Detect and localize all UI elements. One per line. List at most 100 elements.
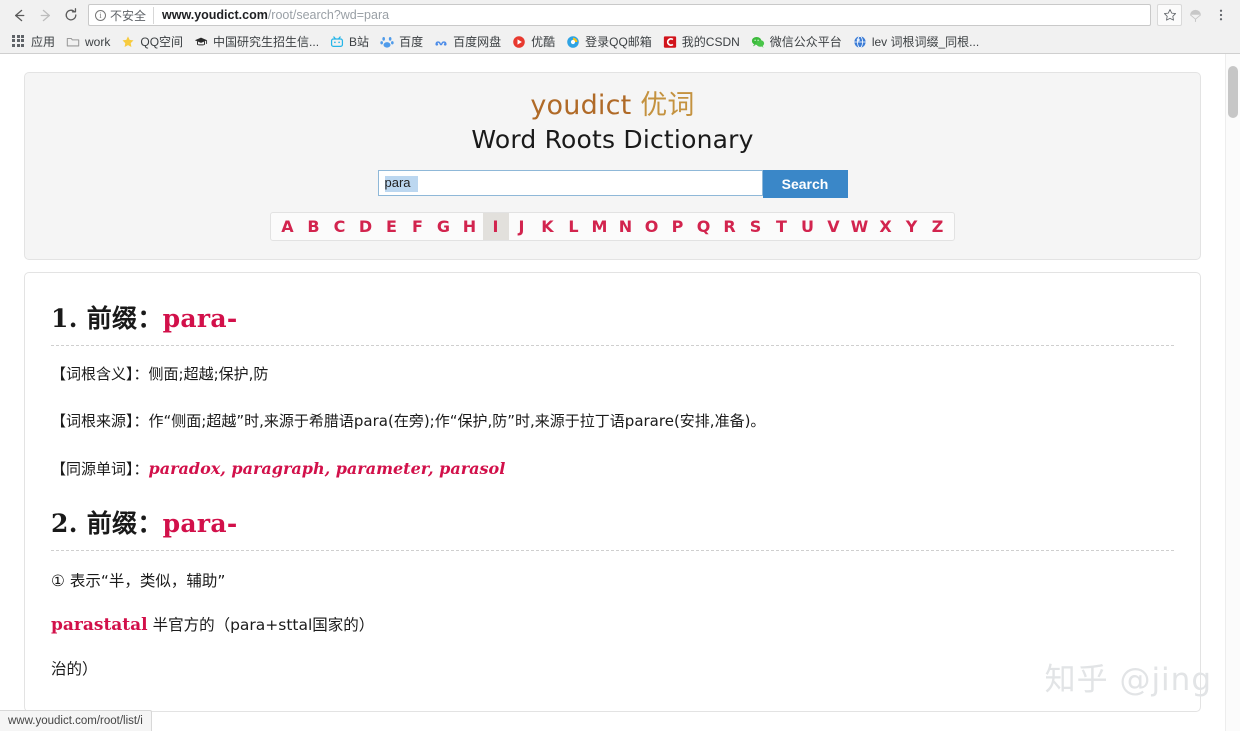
bilibili-icon xyxy=(330,35,344,49)
results-card: 1. 前缀：para- 【词根含义】：侧面;超越;保护,防 【词根来源】：作“侧… xyxy=(24,272,1201,712)
bookmark-qqmail[interactable]: 登录QQ邮箱 xyxy=(562,31,659,52)
bookmark-star-button[interactable] xyxy=(1157,4,1182,26)
entry-1-origin-sep: ： xyxy=(134,412,149,430)
browser-chrome: i 不安全 www.youdict.com/root/search?wd=par… xyxy=(0,0,1240,54)
bookmarks-bar: 应用 work QQ空间 中国研究生招生信... xyxy=(0,30,1240,53)
alpha-link-g[interactable]: G xyxy=(431,213,457,240)
search-input-wrapper[interactable] xyxy=(378,170,763,196)
address-bar[interactable]: i 不安全 www.youdict.com/root/search?wd=par… xyxy=(88,4,1151,26)
info-circle-icon: i xyxy=(95,10,106,21)
alpha-link-d[interactable]: D xyxy=(353,213,379,240)
security-indicator[interactable]: i 不安全 xyxy=(95,7,154,24)
url-host: www.youdict.com xyxy=(162,8,268,22)
alpha-link-a[interactable]: A xyxy=(275,213,301,240)
bookmark-label: 优酷 xyxy=(531,33,555,50)
bookmark-wechat-mp[interactable]: 微信公众平台 xyxy=(747,31,849,52)
bookmark-baidu[interactable]: 百度 xyxy=(376,31,430,52)
url-path: /root/search?wd=para xyxy=(268,8,389,22)
bookmark-lev-roots[interactable]: lev 词根词缀_同根... xyxy=(849,31,986,52)
url-text: www.youdict.com/root/search?wd=para xyxy=(162,8,389,22)
entry-1-origin-text: 作“侧面;超越”时,来源于希腊语para(在旁);作“保护,防”时,来源于拉丁语… xyxy=(149,412,766,430)
alpha-link-e[interactable]: E xyxy=(379,213,405,240)
star-outline-icon xyxy=(1163,8,1177,22)
parachute-icon xyxy=(1188,8,1203,23)
page-scrollbar[interactable] xyxy=(1225,54,1240,731)
alpha-link-n[interactable]: N xyxy=(613,213,639,240)
alpha-link-q[interactable]: Q xyxy=(691,213,717,240)
alpha-link-l[interactable]: L xyxy=(561,213,587,240)
search-input[interactable] xyxy=(385,175,756,190)
entry-1-meaning-label: 【词根含义】 xyxy=(51,365,134,383)
bookmark-label: B站 xyxy=(349,33,369,50)
bookmark-youku[interactable]: 优酷 xyxy=(508,31,562,52)
bookmark-yanzhao[interactable]: 中国研究生招生信... xyxy=(190,31,326,52)
entry-2-headword[interactable]: parastatal xyxy=(51,615,148,635)
browser-toolbar: i 不安全 www.youdict.com/root/search?wd=par… xyxy=(0,0,1240,30)
alpha-link-k[interactable]: K xyxy=(535,213,561,240)
baidu-paw-icon xyxy=(380,35,394,49)
baidu-netdisk-icon xyxy=(434,35,448,49)
alpha-link-r[interactable]: R xyxy=(717,213,743,240)
entry-1-origin-label: 【词根来源】 xyxy=(51,412,134,430)
alpha-link-b[interactable]: B xyxy=(301,213,327,240)
site-logo[interactable]: youdict 优词 xyxy=(35,89,1190,123)
entry-2-root: para- xyxy=(163,509,238,538)
bookmark-qqzone[interactable]: QQ空间 xyxy=(117,31,190,52)
alpha-link-o[interactable]: O xyxy=(639,213,665,240)
back-button[interactable] xyxy=(6,2,32,28)
bookmark-baidu-netdisk[interactable]: 百度网盘 xyxy=(430,31,508,52)
alpha-link-i[interactable]: I xyxy=(483,213,509,240)
alpha-link-v[interactable]: V xyxy=(821,213,847,240)
alpha-link-y[interactable]: Y xyxy=(899,213,925,240)
bookmark-label: 登录QQ邮箱 xyxy=(585,33,652,50)
link-status-bubble: www.youdict.com/root/list/i xyxy=(0,710,152,731)
entry-1-cognates: 【同源单词】：paradox, paragraph, parameter, pa… xyxy=(51,458,1174,480)
reload-button[interactable] xyxy=(58,2,84,28)
bookmark-label: QQ空间 xyxy=(140,33,183,50)
alphabet-index-bar: A B C D E F G H I J K L M N O P Q R S T xyxy=(270,212,955,241)
bookmark-work[interactable]: work xyxy=(62,33,117,51)
entry-2-sense: ① 表示“半，类似，辅助” xyxy=(51,569,1174,591)
wechat-icon xyxy=(751,35,765,49)
alpha-link-x[interactable]: X xyxy=(873,213,899,240)
entry-2-number: 2. xyxy=(51,509,87,538)
site-subtitle: Word Roots Dictionary xyxy=(35,125,1190,154)
chrome-menu-button[interactable] xyxy=(1208,2,1234,28)
alpha-link-h[interactable]: H xyxy=(457,213,483,240)
forward-button[interactable] xyxy=(32,2,58,28)
alpha-link-t[interactable]: T xyxy=(769,213,795,240)
youku-play-icon xyxy=(512,35,526,49)
entry-1-cognate-words[interactable]: paradox, paragraph, parameter, parasol xyxy=(149,459,506,478)
alpha-link-m[interactable]: M xyxy=(587,213,613,240)
page-viewport: youdict 优词 Word Roots Dictionary Search … xyxy=(0,54,1240,731)
alpha-link-w[interactable]: W xyxy=(847,213,873,240)
reload-icon xyxy=(63,7,79,23)
entry-2-type: 前缀 xyxy=(87,509,138,538)
bookmark-label: 我的CSDN xyxy=(682,33,740,50)
alpha-link-s[interactable]: S xyxy=(743,213,769,240)
bookmark-csdn[interactable]: 我的CSDN xyxy=(659,31,747,52)
entry-1-title: 1. 前缀：para- xyxy=(51,299,1174,346)
bookmark-apps[interactable]: 应用 xyxy=(8,31,62,52)
alpha-link-u[interactable]: U xyxy=(795,213,821,240)
extension-button[interactable] xyxy=(1182,2,1208,28)
alpha-link-c[interactable]: C xyxy=(327,213,353,240)
alpha-link-f[interactable]: F xyxy=(405,213,431,240)
entry-1-origin: 【词根来源】：作“侧面;超越”时,来源于希腊语para(在旁);作“保护,防”时… xyxy=(51,411,1174,432)
globe-icon xyxy=(853,35,867,49)
alpha-link-j[interactable]: J xyxy=(509,213,535,240)
alpha-link-p[interactable]: P xyxy=(665,213,691,240)
alpha-link-z[interactable]: Z xyxy=(925,213,951,240)
entry-2-separator: ： xyxy=(137,509,162,538)
arrow-right-icon xyxy=(37,7,54,24)
arrow-left-icon xyxy=(11,7,28,24)
folder-icon xyxy=(66,35,80,49)
scrollbar-thumb[interactable] xyxy=(1228,66,1238,118)
search-button[interactable]: Search xyxy=(763,170,848,198)
graduation-cap-icon xyxy=(194,35,208,49)
entry-1-cognate-label: 【同源单词】 xyxy=(51,460,134,478)
bookmark-bilibili[interactable]: B站 xyxy=(326,31,376,52)
entry-1-meaning-sep: ： xyxy=(134,365,149,383)
entry-2-word-definition: 半官方的（para+sttal国家的） xyxy=(148,616,375,634)
bookmark-label: 微信公众平台 xyxy=(770,33,842,50)
